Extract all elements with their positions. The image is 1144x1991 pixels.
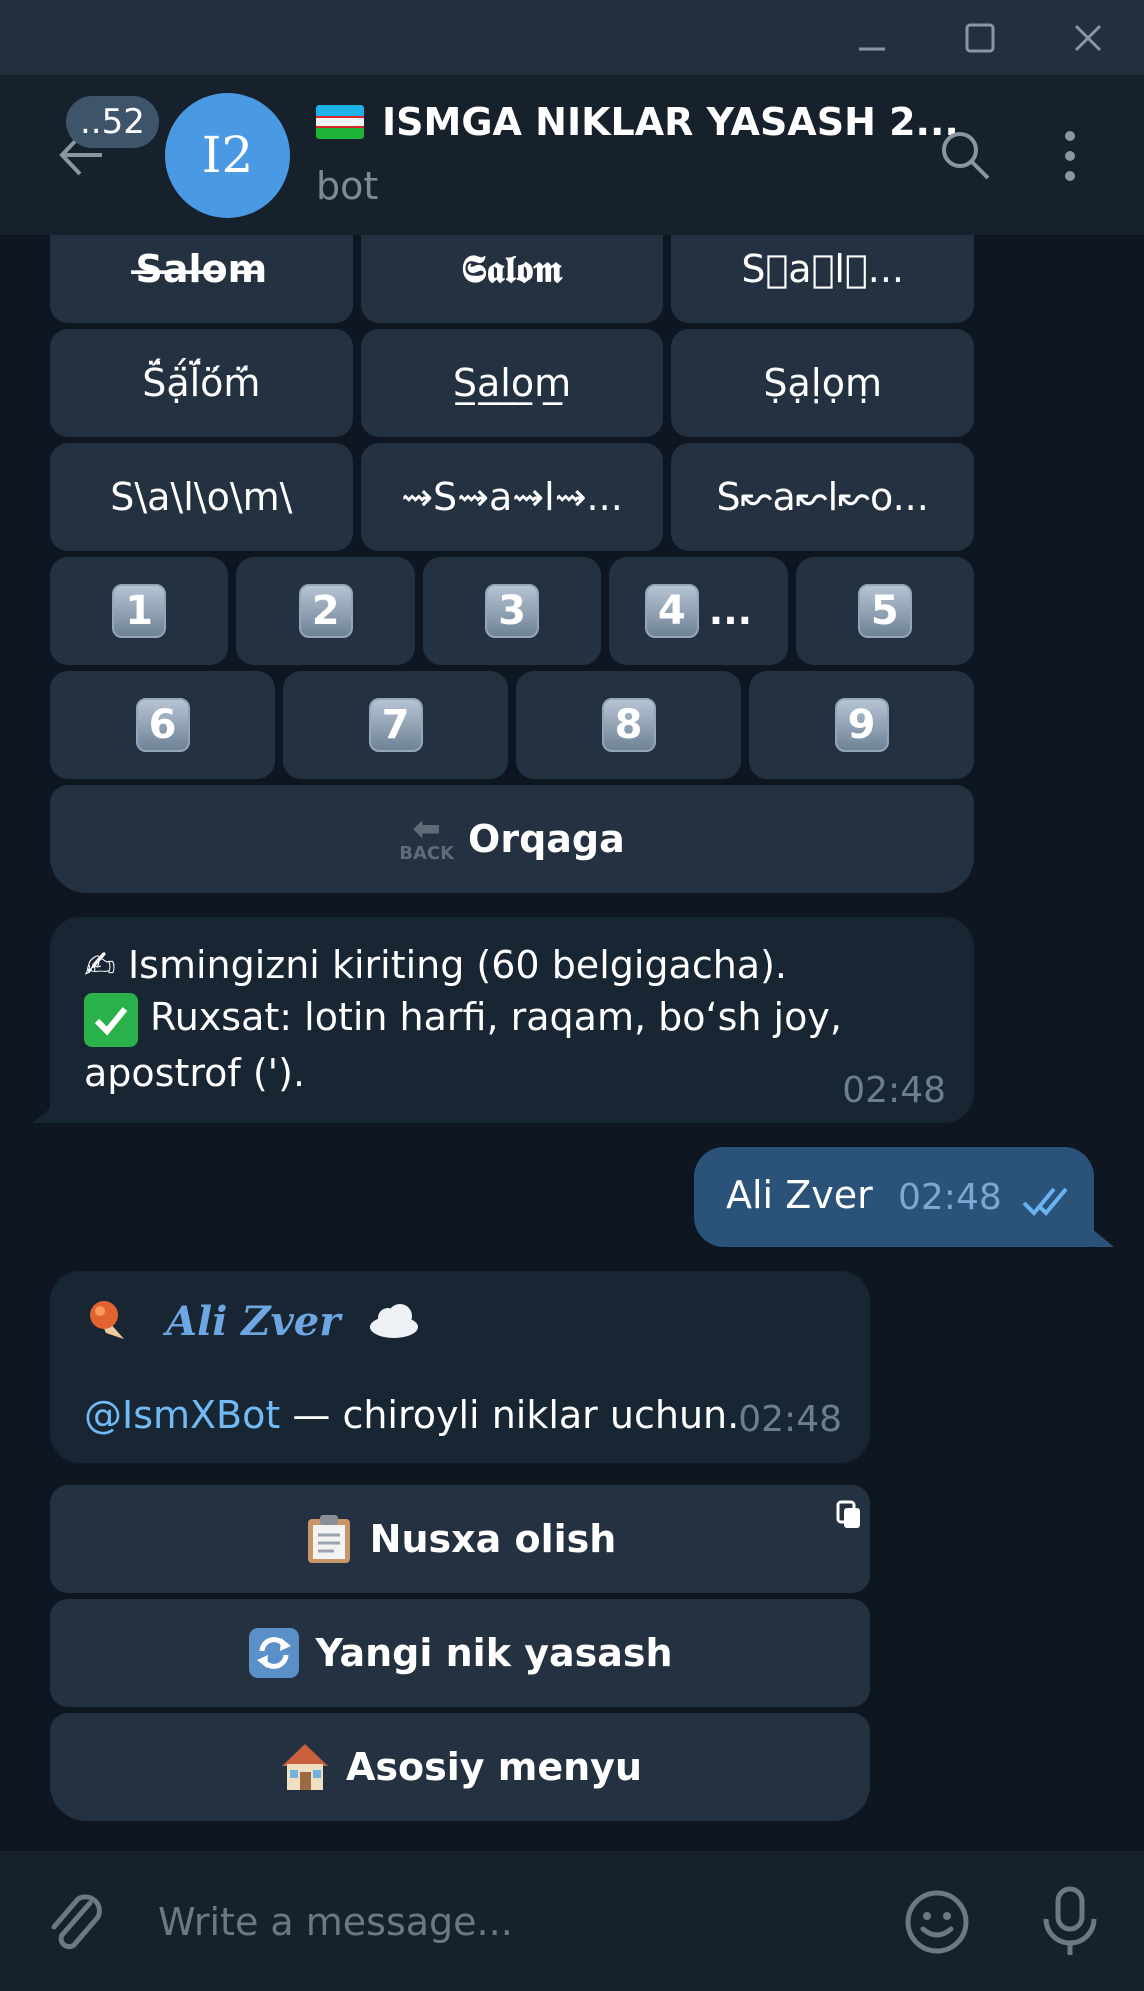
keyboard-button[interactable]: S̲a̲l̲o̲m̲: [360, 329, 664, 437]
keycap-1-icon: 1: [112, 584, 167, 638]
keyboard-button-6[interactable]: 6: [50, 671, 275, 779]
unread-count-badge[interactable]: ..52: [66, 96, 159, 148]
keyboard-button-4[interactable]: 4...: [609, 557, 788, 665]
paperclip-icon[interactable]: [44, 1891, 108, 1963]
keyboard-button-1[interactable]: 1: [50, 557, 229, 665]
back-arrow-emoji-icon: ⬅ BACK: [399, 809, 455, 864]
prompt-line-1: Ismingizni kiriting (60 belgigacha).: [127, 943, 787, 987]
result-name-line: Ali Zver: [84, 1295, 422, 1347]
close-icon[interactable]: [1068, 18, 1108, 58]
comet-icon: [84, 1295, 136, 1347]
main-menu-button[interactable]: Asosiy menyu: [50, 1713, 870, 1821]
keyboard-row: S̶a̶l̶o̶m̶ 𝕾𝖆𝖑𝖔𝖒 S⃝a⃝l⃝...: [50, 235, 975, 323]
back-button[interactable]: ⬅ BACK Orqaga: [50, 785, 974, 893]
keyboard-button[interactable]: S̶a̶l̶o̶m̶: [50, 235, 353, 323]
keyboard-button[interactable]: S\a\l\o\m\: [50, 443, 353, 551]
window-titlebar: [0, 0, 1144, 75]
keycap-9-icon: 9: [834, 698, 889, 752]
maximize-icon[interactable]: [960, 18, 1000, 58]
keyboard-button[interactable]: 𝕾𝖆𝖑𝖔𝖒: [360, 235, 664, 323]
prompt-line-3: apostrof (').: [84, 1051, 306, 1095]
keyboard-button-5[interactable]: 5: [795, 557, 975, 665]
search-icon[interactable]: [938, 128, 994, 188]
chat-area: S̶a̶l̶o̶m̶ 𝕾𝖆𝖑𝖔𝖒 S⃝a⃝l⃝... S̈́ạ̈́l̈́ö́m̈…: [0, 235, 1144, 1851]
keyboard-button-9[interactable]: 9: [749, 671, 974, 779]
keycap-2-icon: 2: [298, 584, 353, 638]
keyboard-button-2[interactable]: 2: [236, 557, 415, 665]
keycap-4-icon: 4: [644, 584, 699, 638]
result-message: Ali Zver @IsmXBot — chiroyli niklar uchu…: [50, 1271, 870, 1463]
keyboard-button[interactable]: Ṣạḷọṃ: [671, 329, 975, 437]
bubble-tail: [1092, 1229, 1114, 1247]
keycap-7-icon: 7: [368, 698, 423, 752]
minimize-icon[interactable]: [852, 18, 892, 58]
keyboard-button[interactable]: ⇝S⇝a⇝l⇝...: [360, 443, 664, 551]
message-composer: [0, 1851, 1144, 1991]
main-menu-button-label: Asosiy menyu: [345, 1745, 643, 1789]
new-nick-button[interactable]: Yangi nik yasash: [50, 1599, 870, 1707]
bubble-tail: [32, 1105, 54, 1123]
check-mark-icon: [84, 993, 138, 1047]
emoji-smile-icon[interactable]: [904, 1889, 970, 1959]
keyboard-button-7[interactable]: 7: [283, 671, 508, 779]
copy-button[interactable]: Nusxa olish: [50, 1485, 870, 1593]
cloud-icon: [366, 1303, 422, 1339]
prompt-line-2: Ruxsat: lotin harfi, raqam, bo‘sh joy,: [150, 995, 842, 1039]
keyboard-button[interactable]: S↜a↜l↜o...: [671, 443, 975, 551]
keycap-3-icon: 3: [485, 584, 540, 638]
keyboard-row: S̈́ạ̈́l̈́ö́m̈́ S̲a̲l̲o̲m̲ Ṣạḷọṃ: [50, 329, 975, 437]
keycap-8-icon: 8: [601, 698, 656, 752]
avatar[interactable]: I2: [165, 93, 290, 218]
copy-icon: [836, 1495, 862, 1539]
keyboard-button[interactable]: S̈́ạ̈́l̈́ö́m̈́: [50, 329, 353, 437]
keycap-6-icon: 6: [135, 698, 190, 752]
new-nick-button-label: Yangi nik yasash: [315, 1631, 673, 1675]
chat-title-text: ISMGA NIKLAR YASASH 2...: [382, 100, 959, 144]
keyboard-row: ⬅ BACK Orqaga: [50, 785, 974, 893]
keyboard-button-3[interactable]: 3: [422, 557, 602, 665]
bot-username-link[interactable]: @IsmXBot: [84, 1393, 280, 1437]
writing-hand-icon: ✍: [84, 943, 116, 987]
keycap-5-icon: 5: [857, 584, 912, 638]
outgoing-text: Ali Zver: [726, 1173, 873, 1217]
chat-title[interactable]: ISMGA NIKLAR YASASH 2...: [316, 100, 959, 144]
incoming-message: ✍ Ismingizni kiriting (60 belgigacha). R…: [50, 917, 974, 1123]
back-button-label: Orqaga: [468, 817, 625, 861]
result-tail-text: — chiroyli niklar uchun.: [280, 1393, 740, 1437]
clipboard-icon: [304, 1513, 354, 1565]
keyboard-row: 1 2 3 4... 5: [50, 557, 975, 665]
uzbekistan-flag-icon: [316, 105, 364, 139]
chat-subtitle: bot: [316, 164, 379, 208]
message-time: 02:48: [738, 1399, 842, 1440]
truncation-ellipsis: ...: [708, 589, 753, 633]
keyboard-row: Nusxa olish: [50, 1485, 870, 1593]
microphone-icon[interactable]: [1038, 1885, 1102, 1963]
message-input[interactable]: [158, 1887, 878, 1957]
message-time: 02:48: [842, 1070, 946, 1111]
keyboard-row: Yangi nik yasash: [50, 1599, 870, 1707]
result-name: Ali Zver: [166, 1297, 341, 1345]
more-options-icon[interactable]: [1058, 128, 1082, 188]
keyboard-button[interactable]: S⃝a⃝l⃝...: [671, 235, 975, 323]
message-time: 02:48: [898, 1177, 1002, 1218]
outgoing-message: Ali Zver 02:48: [694, 1147, 1094, 1247]
house-icon: [278, 1740, 332, 1794]
keyboard-button-8[interactable]: 8: [516, 671, 741, 779]
copy-button-label: Nusxa olish: [369, 1517, 617, 1561]
keyboard-row: 6 7 8 9: [50, 671, 974, 779]
keyboard-row: S\a\l\o\m\ ⇝S⇝a⇝l⇝... S↜a↜l↜o...: [50, 443, 975, 551]
keyboard-row: Asosiy menyu: [50, 1713, 870, 1821]
refresh-icon: [247, 1626, 301, 1680]
double-check-icon: [1022, 1183, 1078, 1223]
